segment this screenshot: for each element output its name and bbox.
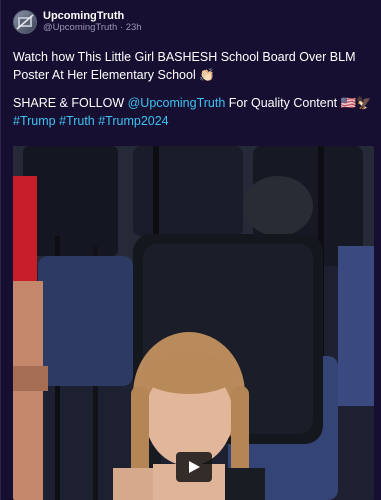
video-frame <box>13 146 374 500</box>
author-meta: @UpcomingTruth · 23h <box>43 22 142 34</box>
post-share-text: SHARE & FOLLOW @UpcomingTruth For Qualit… <box>13 94 373 130</box>
author-block: UpcomingTruth @UpcomingTruth · 23h <box>43 10 142 34</box>
share-suffix: For Quality Content 🇺🇸🦅 <box>225 96 372 110</box>
share-prefix: SHARE & FOLLOW <box>13 96 128 110</box>
hashtags[interactable]: #Trump #Truth #Trump2024 <box>13 114 169 128</box>
video-media[interactable] <box>13 146 374 500</box>
mention-link[interactable]: @UpcomingTruth <box>128 96 226 110</box>
post-card: UpcomingTruth @UpcomingTruth · 23h Watch… <box>0 0 381 500</box>
post-time[interactable]: 23h <box>126 22 142 33</box>
play-icon <box>189 461 200 473</box>
play-button[interactable] <box>176 452 212 482</box>
author-handle[interactable]: @UpcomingTruth <box>43 22 117 33</box>
avatar[interactable] <box>13 10 37 34</box>
author-name[interactable]: UpcomingTruth <box>43 10 142 22</box>
avatar-image <box>16 14 34 30</box>
post-header: UpcomingTruth @UpcomingTruth · 23h <box>13 10 142 34</box>
meta-separator: · <box>119 22 124 33</box>
post-text: Watch how This Little Girl BASHESH Schoo… <box>13 50 356 82</box>
